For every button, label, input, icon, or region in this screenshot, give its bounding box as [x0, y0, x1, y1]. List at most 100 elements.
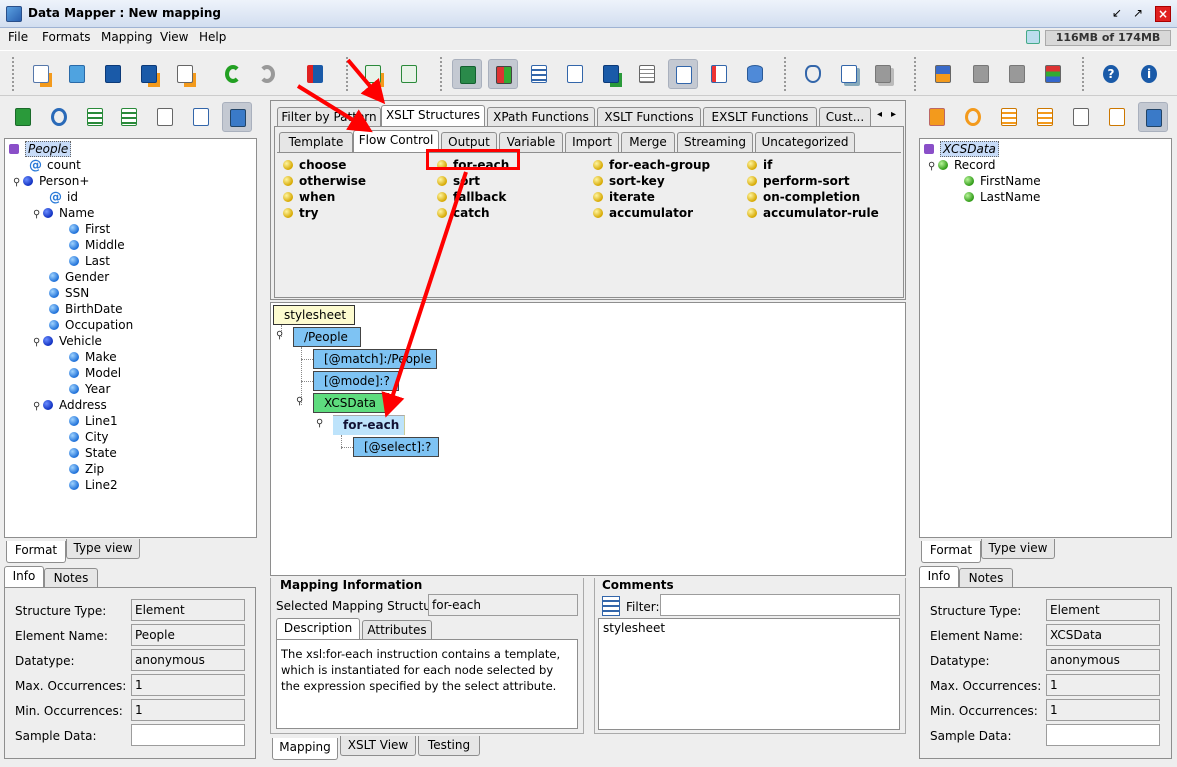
palette-item[interactable]: on-completion [747, 189, 860, 205]
left-tree-node[interactable]: SSN [49, 285, 89, 301]
palette-item[interactable]: otherwise [283, 173, 366, 189]
left-tree-node[interactable]: City [69, 429, 109, 445]
tab-testing[interactable]: Testing [418, 736, 480, 756]
redo-button[interactable] [252, 59, 282, 89]
tab-attributes[interactable]: Attributes [362, 620, 432, 640]
close-icon[interactable]: × [1155, 6, 1171, 22]
comments-filter-input[interactable] [660, 594, 900, 616]
right-list-button[interactable] [1030, 102, 1060, 132]
left-list-button[interactable] [114, 102, 144, 132]
left-tree-node[interactable]: BirthDate [49, 301, 123, 317]
left-tree-node[interactable]: ⚲ Address [33, 397, 107, 413]
left-tree-node[interactable]: ⚲ Name [33, 205, 94, 221]
info-view-button[interactable] [452, 59, 482, 89]
menu-formats[interactable]: Formats [42, 30, 91, 44]
palette-item[interactable]: for-each-group [593, 157, 710, 173]
tab-exslt-functions[interactable]: EXSLT Functions [703, 107, 817, 127]
left-import-button[interactable] [8, 102, 38, 132]
expand-key-icon[interactable]: ⚲ [276, 330, 286, 341]
expand-key-icon[interactable]: ⚲ [33, 335, 43, 351]
mapping-settings-button[interactable] [394, 59, 424, 89]
expand-key-icon[interactable]: ⚲ [928, 159, 938, 175]
tab-left-format[interactable]: Format [6, 541, 66, 563]
grid-view-button[interactable] [488, 59, 518, 89]
right-tree-node[interactable]: LastName [964, 189, 1040, 205]
about-button[interactable]: i [1134, 59, 1164, 89]
right-properties-button[interactable] [994, 102, 1024, 132]
left-tree-node[interactable]: @ count [29, 157, 81, 173]
left-info-value[interactable] [131, 724, 245, 746]
toolbar-grip[interactable] [346, 57, 350, 91]
tab-right-format[interactable]: Format [921, 541, 981, 563]
scroll-tabs-left-icon[interactable]: ◂ [877, 109, 882, 120]
tab-xslt-functions[interactable]: XSLT Functions [597, 107, 701, 127]
palette-item[interactable]: fallback [437, 189, 506, 205]
left-tree-node[interactable]: Line2 [69, 477, 118, 493]
new-format-button[interactable] [26, 59, 56, 89]
expand-key-icon[interactable]: ⚲ [13, 175, 23, 191]
comment-item[interactable]: stylesheet [603, 621, 665, 635]
right-find-button[interactable] [958, 102, 988, 132]
tab-right-notes[interactable]: Notes [959, 568, 1013, 588]
tab-left-notes[interactable]: Notes [44, 568, 98, 588]
copy-button[interactable] [834, 59, 864, 89]
mapping-node-for-each[interactable]: for-each [333, 415, 405, 435]
toolbar-grip[interactable] [914, 57, 918, 91]
menu-file[interactable]: File [8, 30, 28, 44]
left-tree-node[interactable]: First [69, 221, 110, 237]
tab-custom[interactable]: Cust... [819, 107, 871, 127]
right-import-button[interactable] [922, 102, 952, 132]
left-tree-node[interactable]: Occupation [49, 317, 133, 333]
palette-item[interactable]: choose [283, 157, 346, 173]
left-tree-node[interactable]: Year [69, 381, 110, 397]
delete-node-button[interactable] [1002, 59, 1032, 89]
palette-item[interactable]: accumulator-rule [747, 205, 879, 221]
palette-item[interactable]: catch [437, 205, 490, 221]
document-button[interactable] [632, 59, 662, 89]
left-tree-node[interactable]: ⚲ Person+ [13, 173, 89, 189]
tab-right-type-view[interactable]: Type view [981, 539, 1055, 559]
right-tree-node[interactable]: XCSData [924, 141, 999, 157]
left-tree-node[interactable]: Middle [69, 237, 125, 253]
toolbar-grip[interactable] [784, 57, 788, 91]
left-tree-node[interactable]: Zip [69, 461, 104, 477]
expand-key-icon[interactable]: ⚲ [296, 396, 306, 407]
menu-view[interactable]: View [160, 30, 188, 44]
tab-left-info[interactable]: Info [4, 566, 44, 588]
save-button[interactable] [98, 59, 128, 89]
minimize-icon[interactable]: ↙ [1109, 6, 1125, 22]
table-button[interactable] [704, 59, 734, 89]
left-tree-node[interactable]: @ id [49, 189, 78, 205]
tab-description[interactable]: Description [276, 618, 360, 640]
maximize-icon[interactable]: ↗ [1130, 6, 1146, 22]
list-view-button[interactable] [524, 59, 554, 89]
left-tree-node[interactable]: Last [69, 253, 110, 269]
exit-button[interactable] [300, 59, 330, 89]
right-tree-node[interactable]: FirstName [964, 173, 1041, 189]
scroll-tabs-right-icon[interactable]: ▸ [891, 109, 896, 120]
cut-button[interactable] [798, 59, 828, 89]
insert-button[interactable] [966, 59, 996, 89]
left-tree-node[interactable]: People [9, 141, 72, 157]
left-edit-button[interactable] [186, 102, 216, 132]
menu-help[interactable]: Help [199, 30, 226, 44]
toolbar-grip[interactable] [12, 57, 16, 91]
stack-button[interactable] [1038, 59, 1068, 89]
palette-item[interactable]: sort [437, 173, 480, 189]
left-tree-node[interactable]: State [69, 445, 117, 461]
xls-button[interactable] [170, 59, 200, 89]
palette-item[interactable]: iterate [593, 189, 655, 205]
left-tree-node[interactable]: Line1 [69, 413, 118, 429]
tab-xslt-structures[interactable]: XSLT Structures [381, 105, 485, 127]
help-button[interactable]: ? [1096, 59, 1126, 89]
tab-xpath-functions[interactable]: XPath Functions [487, 107, 595, 127]
tab-template[interactable]: Template [279, 132, 353, 152]
toolbar-grip[interactable] [1082, 57, 1086, 91]
mapping-node-stylesheet[interactable]: stylesheet [273, 305, 355, 325]
expand-key-icon[interactable]: ⚲ [33, 207, 43, 223]
mapping-node-select[interactable]: [@select]:? [353, 437, 439, 457]
left-tree-node[interactable]: Make [69, 349, 117, 365]
palette-item[interactable]: try [283, 205, 318, 221]
undo-button[interactable] [218, 59, 248, 89]
left-tree-node[interactable]: ⚲ Vehicle [33, 333, 102, 349]
